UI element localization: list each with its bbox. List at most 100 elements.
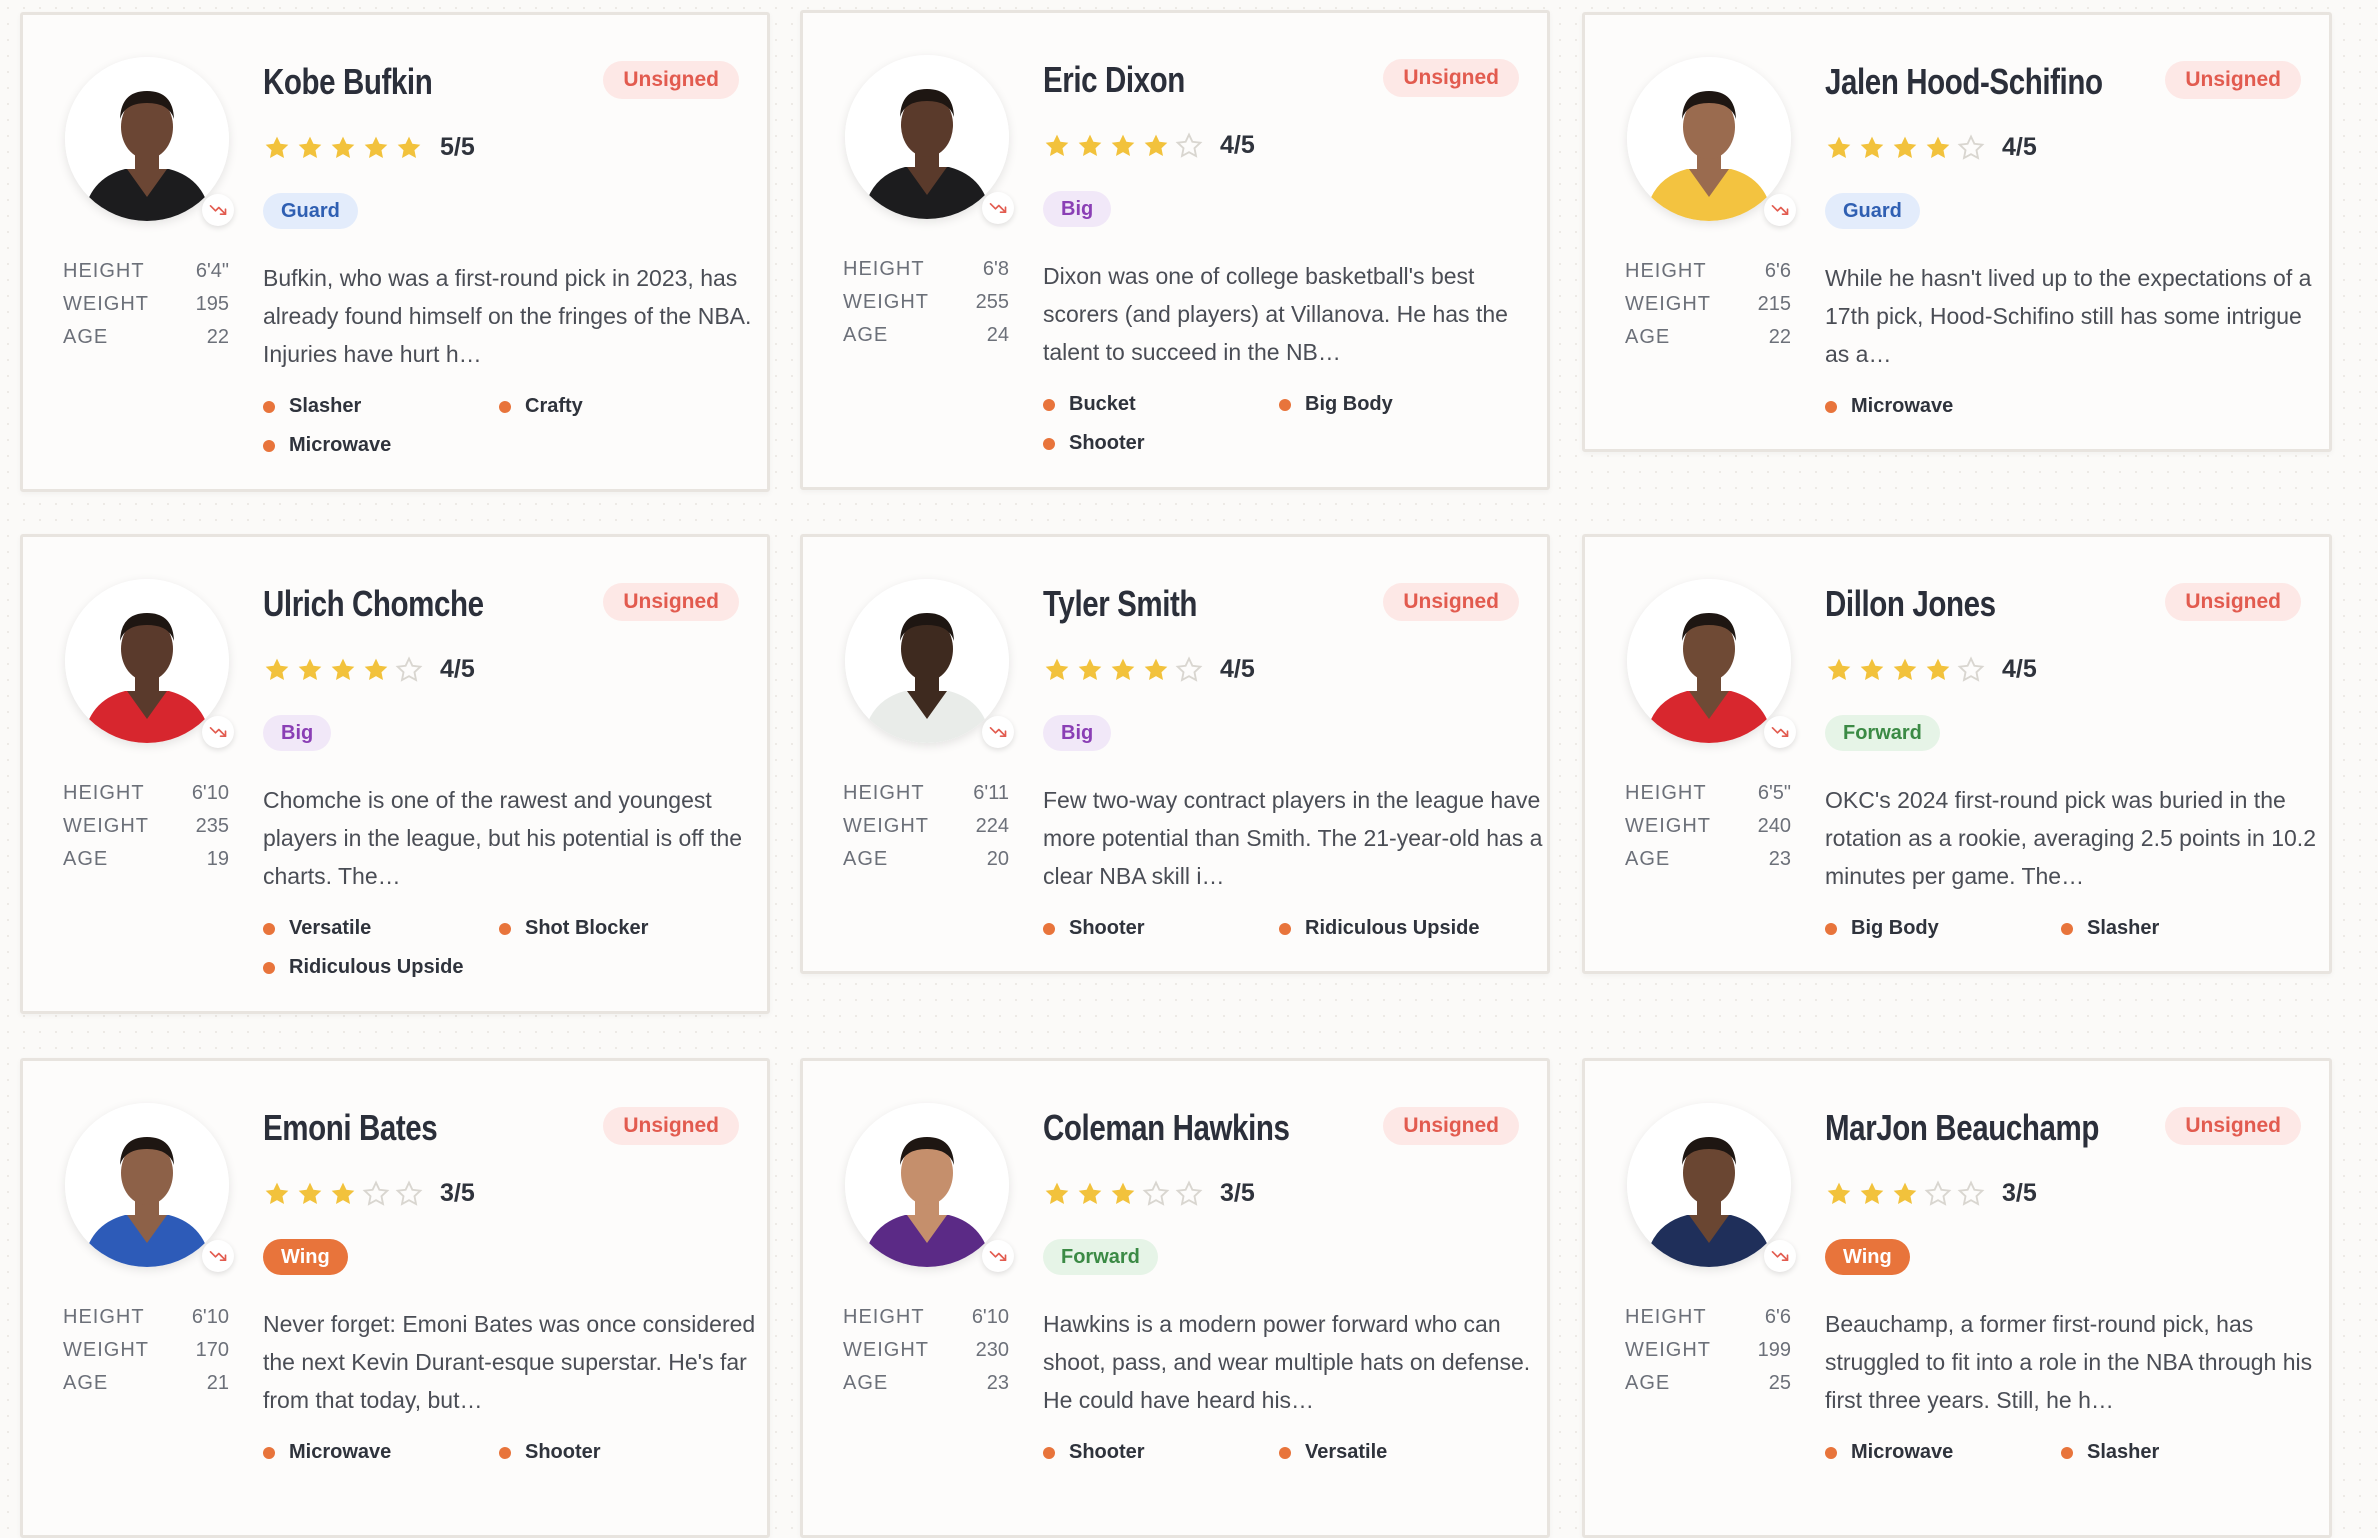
- star-filled-icon: [1111, 1182, 1135, 1204]
- star-filled-icon: [265, 658, 289, 680]
- stat-value-weight: 230: [975, 1339, 1009, 1361]
- trait-dot: [263, 439, 275, 452]
- trending-down-icon: [1771, 727, 1789, 737]
- stat-value-age: 22: [206, 326, 229, 348]
- trait-dot: [1825, 922, 1837, 935]
- star-filled-icon: [298, 136, 322, 158]
- player-card[interactable]: Dillon Jones Unsigned 4/5 Forward HEIGHT 6'5"…: [1582, 534, 2332, 974]
- star-empty-icon: [1175, 131, 1203, 158]
- player-card[interactable]: MarJon Beauchamp Unsigned 3/5 Wing HEIGHT 6'6…: [1582, 1058, 2332, 1538]
- player-card[interactable]: Emoni Bates Unsigned 3/5 Wing HEIGHT 6'10 WEIG…: [20, 1058, 770, 1538]
- star-filled-icon: [1111, 134, 1135, 156]
- trait-dot: [499, 922, 511, 935]
- trait-label: Big Body: [1305, 393, 1393, 415]
- star-filled-icon: [364, 658, 388, 680]
- star-rating: 4/5: [263, 655, 475, 684]
- player-name[interactable]: Eric Dixon: [1043, 59, 1185, 101]
- player-name[interactable]: Tyler Smith: [1043, 583, 1197, 625]
- stat-value-height: 6'10: [191, 782, 229, 804]
- trait-label: Microwave: [1851, 1441, 1954, 1463]
- player-card[interactable]: Jalen Hood-Schifino Unsigned 4/5 Guard HEIGH…: [1582, 12, 2332, 452]
- stat-label-height: HEIGHT: [843, 782, 925, 804]
- player-name[interactable]: Jalen Hood-Schifino: [1825, 61, 2103, 103]
- position-badge: Wing: [263, 1239, 348, 1275]
- star-filled-icon: [1893, 136, 1917, 158]
- star-filled-icon: [1926, 658, 1950, 680]
- player-stats: HEIGHT 6'10 WEIGHT 235 AGE 19: [63, 777, 229, 876]
- stat-row-height: HEIGHT 6'10: [63, 1301, 229, 1334]
- stat-row-age: AGE 23: [1625, 843, 1791, 876]
- stat-value-weight: 195: [195, 293, 229, 315]
- player-name[interactable]: Ulrich Chomche: [263, 583, 484, 625]
- position-badge: Big: [263, 715, 332, 751]
- star-filled-icon: [1893, 658, 1917, 680]
- trending-down-icon: [209, 1251, 227, 1261]
- stat-label-height: HEIGHT: [63, 782, 145, 804]
- stat-label-weight: WEIGHT: [843, 1339, 929, 1361]
- star-rating: 4/5: [1825, 655, 2037, 684]
- position-badge: Guard: [263, 193, 358, 229]
- player-card[interactable]: Kobe Bufkin Unsigned 5/5 Guard HEIGHT 6'4" WEI…: [20, 12, 770, 492]
- star-rating: 4/5: [1043, 131, 1255, 160]
- stat-row-weight: WEIGHT 215: [1625, 288, 1791, 321]
- trait-tag: Slasher: [263, 387, 499, 426]
- star-filled-icon: [1860, 658, 1884, 680]
- player-name[interactable]: Dillon Jones: [1825, 583, 1996, 625]
- player-card[interactable]: Coleman Hawkins Unsigned 3/5 Forward HEIGHT 6…: [800, 1058, 1550, 1538]
- trending-down-icon: [989, 203, 1007, 213]
- stat-label-height: HEIGHT: [63, 1306, 145, 1328]
- trait-label: Ridiculous Upside: [1305, 917, 1480, 939]
- stat-row-age: AGE 22: [63, 321, 229, 354]
- stat-label-weight: WEIGHT: [843, 815, 929, 837]
- trait-tag: Microwave: [263, 426, 499, 465]
- player-stats: HEIGHT 6'5" WEIGHT 240 AGE 23: [1625, 777, 1791, 876]
- star-rating: 5/5: [263, 133, 475, 162]
- player-name[interactable]: Kobe Bufkin: [263, 61, 433, 103]
- position-badge: Forward: [1825, 715, 1940, 751]
- stat-row-height: HEIGHT 6'11: [843, 777, 1009, 810]
- trend-indicator: [202, 1240, 234, 1272]
- star-filled-icon: [265, 1182, 289, 1204]
- star-empty-icon: [395, 655, 423, 682]
- stat-label-weight: WEIGHT: [843, 291, 929, 313]
- trait-label: Shooter: [1069, 1441, 1145, 1463]
- stat-value-age: 23: [1768, 848, 1791, 870]
- player-headshot: [845, 55, 1009, 219]
- stat-row-weight: WEIGHT 235: [63, 810, 229, 843]
- player-card[interactable]: Eric Dixon Unsigned 4/5 Big HEIGHT 6'8 WEIGHT 2…: [800, 10, 1550, 490]
- player-card[interactable]: Ulrich Chomche Unsigned 4/5 Big HEIGHT 6'10 WE…: [20, 534, 770, 1014]
- player-name[interactable]: Coleman Hawkins: [1043, 1107, 1290, 1149]
- player-stats: HEIGHT 6'10 WEIGHT 170 AGE 21: [63, 1301, 229, 1400]
- position-badge: Forward: [1043, 1239, 1158, 1275]
- stat-value-height: 6'5": [1757, 782, 1791, 804]
- trait-dot: [1043, 922, 1055, 935]
- trait-tag: Microwave: [1825, 1433, 2061, 1472]
- star-filled-icon: [331, 136, 355, 158]
- player-name[interactable]: MarJon Beauchamp: [1825, 1107, 2099, 1149]
- player-card[interactable]: Tyler Smith Unsigned 4/5 Big HEIGHT 6'11 WEIGH…: [800, 534, 1550, 974]
- star-filled-icon: [1893, 1182, 1917, 1204]
- player-description: Beauchamp, a former first-round pick, ha…: [1825, 1311, 2313, 1413]
- stat-label-height: HEIGHT: [843, 1306, 925, 1328]
- stat-label-weight: WEIGHT: [63, 815, 149, 837]
- stat-value-height: 6'10: [971, 1306, 1009, 1328]
- stat-value-age: 22: [1768, 326, 1791, 348]
- trait-dot: [499, 400, 511, 413]
- stat-row-height: HEIGHT 6'6: [1625, 255, 1791, 288]
- star-rating: 3/5: [1825, 1179, 2037, 1208]
- star-filled-icon: [1078, 658, 1102, 680]
- trend-indicator: [1764, 194, 1796, 226]
- stat-row-height: HEIGHT 6'10: [843, 1301, 1009, 1334]
- star-filled-icon: [1144, 134, 1168, 156]
- rating-text: 5/5: [440, 133, 475, 161]
- star-filled-icon: [1926, 136, 1950, 158]
- trait-label: Microwave: [289, 434, 392, 456]
- trend-indicator: [982, 192, 1014, 224]
- trait-label: Slasher: [2087, 1441, 2160, 1463]
- player-stats: HEIGHT 6'8 WEIGHT 255 AGE 24: [843, 253, 1009, 352]
- stat-label-height: HEIGHT: [63, 260, 145, 282]
- player-stats: HEIGHT 6'4" WEIGHT 195 AGE 22: [63, 255, 229, 354]
- player-name[interactable]: Emoni Bates: [263, 1107, 438, 1149]
- trending-down-icon: [1771, 205, 1789, 215]
- trait-dot: [263, 922, 275, 935]
